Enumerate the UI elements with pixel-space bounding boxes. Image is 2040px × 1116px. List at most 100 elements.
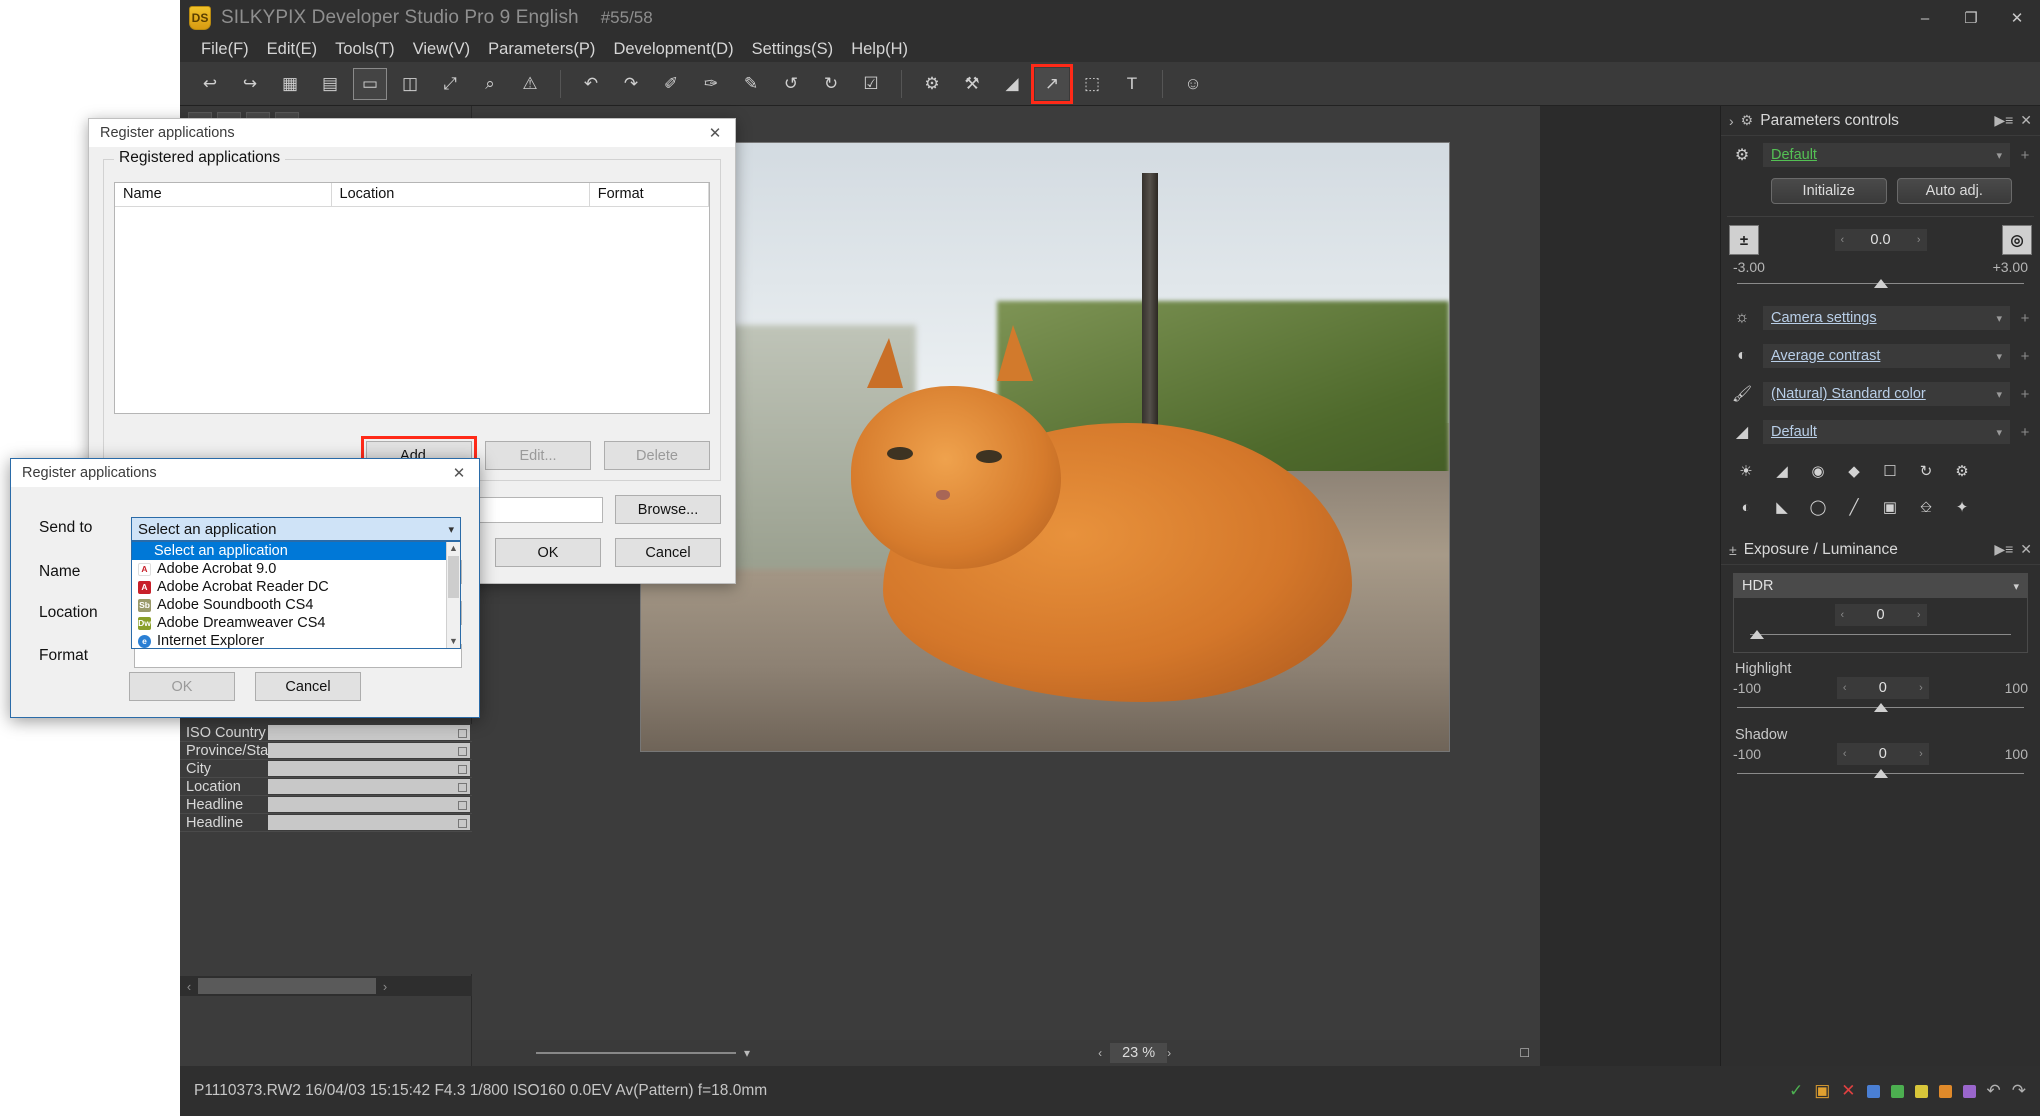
chevron-right-icon[interactable]: ›: [1729, 113, 1734, 129]
column-header-location[interactable]: Location: [332, 183, 590, 206]
menu-development[interactable]: Development(D): [604, 37, 742, 62]
slider-knob[interactable]: [1873, 703, 1888, 712]
white-balance-select[interactable]: Camera settings ▾: [1763, 306, 2010, 330]
folder-icon[interactable]: ▣: [1814, 1081, 1830, 1101]
eraser-icon[interactable]: ◢: [995, 68, 1029, 100]
exposure-spinner[interactable]: ‹ 0.0 ›: [1834, 229, 1927, 251]
highlight-slider[interactable]: [1737, 701, 2024, 715]
spinner-increase-icon[interactable]: ›: [1919, 682, 1923, 694]
rating-orange-icon[interactable]: [1938, 1084, 1952, 1098]
column-header-name[interactable]: Name: [115, 183, 332, 206]
edit-button[interactable]: Edit...: [485, 441, 591, 470]
single-view-icon[interactable]: ▭: [353, 67, 387, 100]
white-balance-icon[interactable]: ☀: [1731, 457, 1761, 485]
metadata-value-field[interactable]: [268, 815, 470, 830]
effects-icon[interactable]: ✦: [1947, 493, 1977, 521]
close-icon[interactable]: ✕: [701, 121, 729, 145]
list-item-internet-explorer[interactable]: e Internet Explorer: [132, 632, 446, 650]
gradient-icon[interactable]: ◣: [1767, 493, 1797, 521]
face-detect-icon[interactable]: ☺: [1176, 68, 1210, 100]
list-item-adobe-acrobat-reader[interactable]: A Adobe Acrobat Reader DC: [132, 578, 446, 596]
crop-icon[interactable]: ⎒: [1911, 493, 1941, 521]
rating-green-icon[interactable]: [1890, 1084, 1904, 1098]
initialize-button[interactable]: Initialize: [1771, 178, 1887, 204]
table-row[interactable]: Headline: [180, 814, 472, 832]
menu-settings[interactable]: Settings(S): [743, 37, 843, 62]
menu-tools[interactable]: Tools(T): [326, 37, 404, 62]
send-to-app-icon[interactable]: ↗: [1031, 63, 1073, 104]
contrast-select[interactable]: Average contrast ▾: [1763, 344, 2010, 368]
develop-icon[interactable]: ⚒: [955, 68, 989, 100]
metadata-horizontal-scrollbar[interactable]: ‹ ›: [180, 976, 472, 996]
scroll-down-icon[interactable]: ▼: [449, 635, 458, 648]
hdr-spinner[interactable]: ‹ 0 ›: [1834, 604, 1927, 626]
check-mark-icon[interactable]: ☑: [854, 68, 888, 100]
undo-status-icon[interactable]: ↶: [1987, 1081, 2001, 1101]
panel-close-icon[interactable]: ✕: [2020, 112, 2032, 129]
add-contrast-icon[interactable]: +: [2018, 348, 2032, 365]
list-item-adobe-dreamweaver[interactable]: Dw Adobe Dreamweaver CS4: [132, 614, 446, 632]
cancel-button[interactable]: Cancel: [255, 672, 361, 701]
menu-parameters[interactable]: Parameters(P): [479, 37, 604, 62]
preset-select[interactable]: Default ▾: [1763, 143, 2010, 167]
color-select[interactable]: (Natural) Standard color ▾: [1763, 382, 2010, 406]
tone-curve-icon[interactable]: ◢: [1767, 457, 1797, 485]
fit-to-window-icon[interactable]: ☐: [1519, 1046, 1530, 1060]
check-icon[interactable]: ✓: [1789, 1081, 1803, 1101]
develop-batch-icon[interactable]: ⚙: [915, 68, 949, 100]
exposure-target-icon[interactable]: ◎: [2002, 225, 2032, 255]
lens-icon[interactable]: ◯: [1803, 493, 1833, 521]
menu-help[interactable]: Help(H): [842, 37, 917, 62]
rating-yellow-icon[interactable]: [1914, 1084, 1928, 1098]
rating-blue-icon[interactable]: [1866, 1084, 1880, 1098]
metadata-value-field[interactable]: [268, 743, 470, 758]
menu-file[interactable]: File(F): [192, 37, 258, 62]
table-row[interactable]: Location: [180, 778, 472, 796]
ok-button[interactable]: OK: [495, 538, 601, 567]
edit-params-icon[interactable]: ✎: [734, 68, 768, 100]
metadata-value-field[interactable]: [268, 797, 470, 812]
redo-status-icon[interactable]: ↷: [2012, 1081, 2026, 1101]
print-icon[interactable]: ⬚: [1075, 68, 1109, 100]
grid-view-icon[interactable]: ▦: [273, 68, 307, 100]
list-item-select-an-application[interactable]: Select an application: [132, 542, 446, 560]
metadata-value-field[interactable]: [268, 779, 470, 794]
table-row[interactable]: ISO Country C: [180, 724, 472, 742]
add-preset-icon[interactable]: +: [2018, 147, 2032, 164]
rotate-tool-icon[interactable]: ↻: [1911, 457, 1941, 485]
warning-icon[interactable]: ⚠: [513, 68, 547, 100]
application-options-list[interactable]: Select an application A Adobe Acrobat 9.…: [131, 541, 461, 649]
delete-icon[interactable]: ✕: [1841, 1081, 1855, 1101]
shadow-slider[interactable]: [1737, 767, 2024, 781]
exposure-slider[interactable]: [1737, 277, 2024, 291]
zoom-increase-icon[interactable]: ›: [1167, 1046, 1171, 1060]
highlight-spinner[interactable]: ‹ 0 ›: [1836, 677, 1929, 699]
metadata-value-field[interactable]: [268, 725, 470, 740]
list-item-adobe-acrobat[interactable]: A Adobe Acrobat 9.0: [132, 560, 446, 578]
add-sharpness-icon[interactable]: +: [2018, 424, 2032, 441]
rotate-left-icon[interactable]: ↺: [774, 68, 808, 100]
cancel-button[interactable]: Cancel: [615, 538, 721, 567]
list-view-icon[interactable]: ▤: [313, 68, 347, 100]
crop-tool-icon[interactable]: ☐: [1875, 457, 1905, 485]
spinner-increase-icon[interactable]: ›: [1919, 748, 1923, 760]
redo-icon[interactable]: ↷: [614, 68, 648, 100]
noise-icon[interactable]: ◉: [1803, 457, 1833, 485]
column-header-format[interactable]: Format: [590, 183, 709, 206]
add-color-icon[interactable]: +: [2018, 386, 2032, 403]
magnifier-icon[interactable]: ⌕: [473, 68, 507, 100]
table-row[interactable]: Headline: [180, 796, 472, 814]
menu-edit[interactable]: Edit(E): [258, 37, 326, 62]
scroll-up-icon[interactable]: ▲: [449, 542, 458, 555]
scroll-left-icon[interactable]: ‹: [180, 979, 198, 994]
undo-icon[interactable]: ↶: [574, 68, 608, 100]
preview-image[interactable]: [640, 142, 1450, 752]
exposure-icon[interactable]: ±: [1729, 225, 1759, 255]
preview-slider[interactable]: [536, 1052, 736, 1054]
table-row[interactable]: Province/State: [180, 742, 472, 760]
menu-view[interactable]: View(V): [404, 37, 479, 62]
applications-table[interactable]: Name Location Format: [114, 182, 710, 414]
metadata-value-field[interactable]: [268, 761, 470, 776]
scrollbar-thumb[interactable]: [198, 978, 376, 994]
copy-params-icon[interactable]: ✐: [654, 68, 688, 100]
